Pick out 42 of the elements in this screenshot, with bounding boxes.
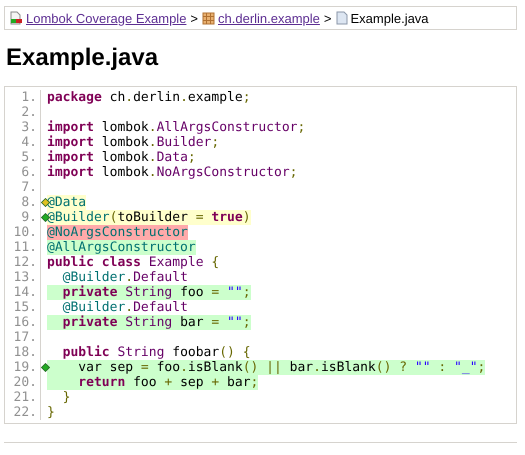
line-number: 3. xyxy=(21,120,37,135)
page-title: Example.java xyxy=(6,44,160,72)
file-icon xyxy=(336,11,348,25)
breadcrumb-link[interactable]: Lombok Coverage Example xyxy=(26,10,186,26)
line-number: 15. xyxy=(14,300,37,315)
line-number: 14. xyxy=(14,285,37,300)
breadcrumb-separator: > xyxy=(190,10,198,26)
line-number: 7. xyxy=(21,180,37,195)
line-number: 17. xyxy=(14,330,37,345)
code-line: import lombok.Builder; xyxy=(47,135,220,150)
code-line: package ch.derlin.example; xyxy=(47,90,251,105)
line-number: 13. xyxy=(14,270,37,285)
breadcrumb-link[interactable]: ch.derlin.example xyxy=(218,10,320,26)
line-number: 10. xyxy=(14,225,37,240)
code-line: public class Example { xyxy=(47,255,220,270)
code-line: @Builder.Default xyxy=(62,270,188,285)
line-number: 12. xyxy=(14,255,37,270)
code-line: } xyxy=(62,390,70,405)
line-number: 4. xyxy=(21,135,37,150)
breadcrumb-separator: > xyxy=(324,10,332,26)
line-number: 1. xyxy=(21,90,37,105)
code-line: @Builder.Default xyxy=(62,300,188,315)
code-line: import lombok.AllArgsConstructor; xyxy=(47,120,306,135)
line-number: 6. xyxy=(21,165,37,180)
line-number: 19. xyxy=(14,360,37,375)
code-line: import lombok.NoArgsConstructor; xyxy=(47,165,298,180)
code-line: } xyxy=(47,405,55,420)
line-number: 11. xyxy=(14,240,37,255)
line-number: 20. xyxy=(14,375,37,390)
line-number: 21. xyxy=(14,390,37,405)
report-icon xyxy=(9,11,23,25)
line-number: 16. xyxy=(14,315,37,330)
line-number: 8. xyxy=(21,195,37,210)
line-number: 5. xyxy=(21,150,37,165)
package-icon xyxy=(202,12,216,24)
line-number: 2. xyxy=(21,105,37,120)
line-number: 9. xyxy=(21,210,37,225)
breadcrumb-current: Example.java xyxy=(350,10,429,26)
code-line: import lombok.Data; xyxy=(47,150,196,165)
line-number: 22. xyxy=(14,405,37,420)
line-number: 18. xyxy=(14,345,37,360)
code-line: public String foobar() { xyxy=(62,345,251,360)
